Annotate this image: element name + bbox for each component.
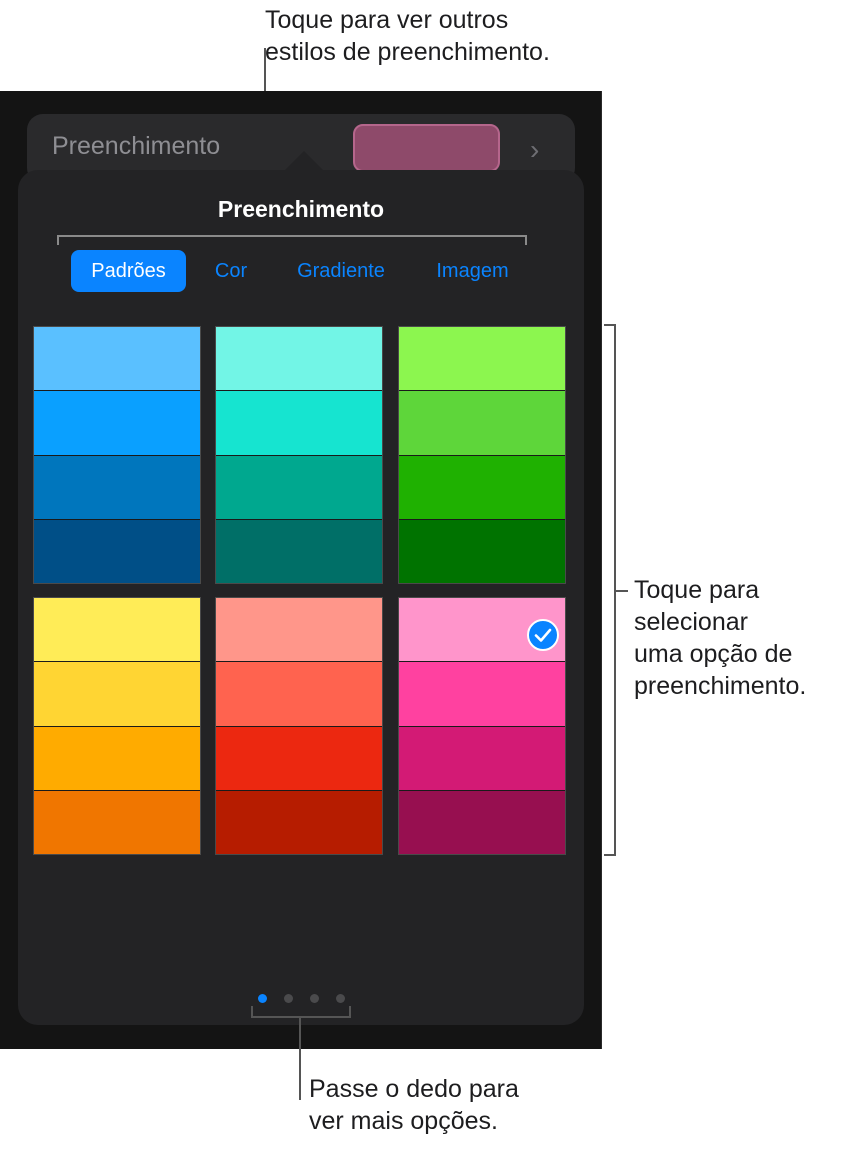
tab-padroes[interactable]: Padrões xyxy=(71,250,186,292)
swatch-band xyxy=(34,454,200,519)
callout-right-leader xyxy=(614,590,628,592)
popover-title: Preenchimento xyxy=(217,196,385,222)
swatch-band xyxy=(34,518,200,583)
dots-bracket-left xyxy=(251,1006,253,1017)
current-fill-swatch[interactable] xyxy=(353,124,500,172)
swatch-band xyxy=(34,661,200,726)
swatch-band xyxy=(399,518,565,583)
dots-bracket-right xyxy=(349,1006,351,1017)
swatch-band xyxy=(399,390,565,455)
swatch-band xyxy=(399,454,565,519)
callout-right-line-2: selecionar xyxy=(634,608,748,636)
swatch-yellow[interactable] xyxy=(33,597,201,855)
swatch-green[interactable] xyxy=(398,326,566,584)
swatch-band xyxy=(216,789,382,854)
page-dot-1[interactable] xyxy=(258,994,267,1003)
swatch-teal[interactable] xyxy=(215,326,383,584)
tab-cor[interactable]: Cor xyxy=(200,250,262,292)
tab-imagem[interactable]: Imagem xyxy=(420,250,525,292)
swatch-band xyxy=(399,327,565,391)
swatch-band xyxy=(216,390,382,455)
callout-right-line-1: Toque para xyxy=(634,576,760,604)
swatches-bracket-top xyxy=(604,324,616,326)
callout-bottom-line-2: ver mais opções. xyxy=(309,1107,498,1135)
tabs-bracket xyxy=(57,235,527,237)
swatch-band xyxy=(216,454,382,519)
swatch-band xyxy=(34,789,200,854)
tabs-bracket-right xyxy=(525,235,527,245)
swatches-bracket-bottom xyxy=(604,854,616,856)
page-dot-4[interactable] xyxy=(336,994,345,1003)
callout-right-line-4: preenchimento. xyxy=(634,672,807,700)
tabs-bracket-left xyxy=(57,235,59,245)
callout-bottom: Passe o dedo para ver mais opções. xyxy=(309,1073,519,1137)
callout-top-line-1: Toque para ver outros xyxy=(265,6,509,34)
swatch-band xyxy=(34,390,200,455)
callout-right-line-3: uma opção de xyxy=(634,640,793,668)
swatch-band xyxy=(34,327,200,391)
callout-top: Toque para ver outros estilos de preench… xyxy=(265,4,550,68)
swatch-band xyxy=(216,725,382,790)
swatch-band xyxy=(34,725,200,790)
swatch-band xyxy=(399,725,565,790)
swatch-band xyxy=(399,789,565,854)
callout-top-line-2: estilos de preenchimento. xyxy=(265,38,550,66)
callout-right: Toque para selecionar uma opção de preen… xyxy=(634,574,806,702)
dots-bracket xyxy=(251,1016,351,1018)
swatch-red[interactable] xyxy=(215,597,383,855)
swatch-band xyxy=(216,598,382,662)
page-dot-3[interactable] xyxy=(310,994,319,1003)
swatch-band xyxy=(399,661,565,726)
swatch-band xyxy=(216,518,382,583)
callout-bottom-leader xyxy=(299,1017,301,1100)
page-dot-2[interactable] xyxy=(284,994,293,1003)
callout-bottom-line-1: Passe o dedo para xyxy=(309,1075,519,1103)
swatch-band xyxy=(216,327,382,391)
chevron-right-icon[interactable]: › xyxy=(530,134,539,166)
tab-gradiente[interactable]: Gradiente xyxy=(282,250,400,292)
selected-check-icon xyxy=(527,619,559,651)
fill-row-label: Preenchimento xyxy=(52,132,221,160)
swatch-blue[interactable] xyxy=(33,326,201,584)
popover-arrow xyxy=(285,151,323,170)
swatch-band xyxy=(34,598,200,662)
swatch-band xyxy=(216,661,382,726)
